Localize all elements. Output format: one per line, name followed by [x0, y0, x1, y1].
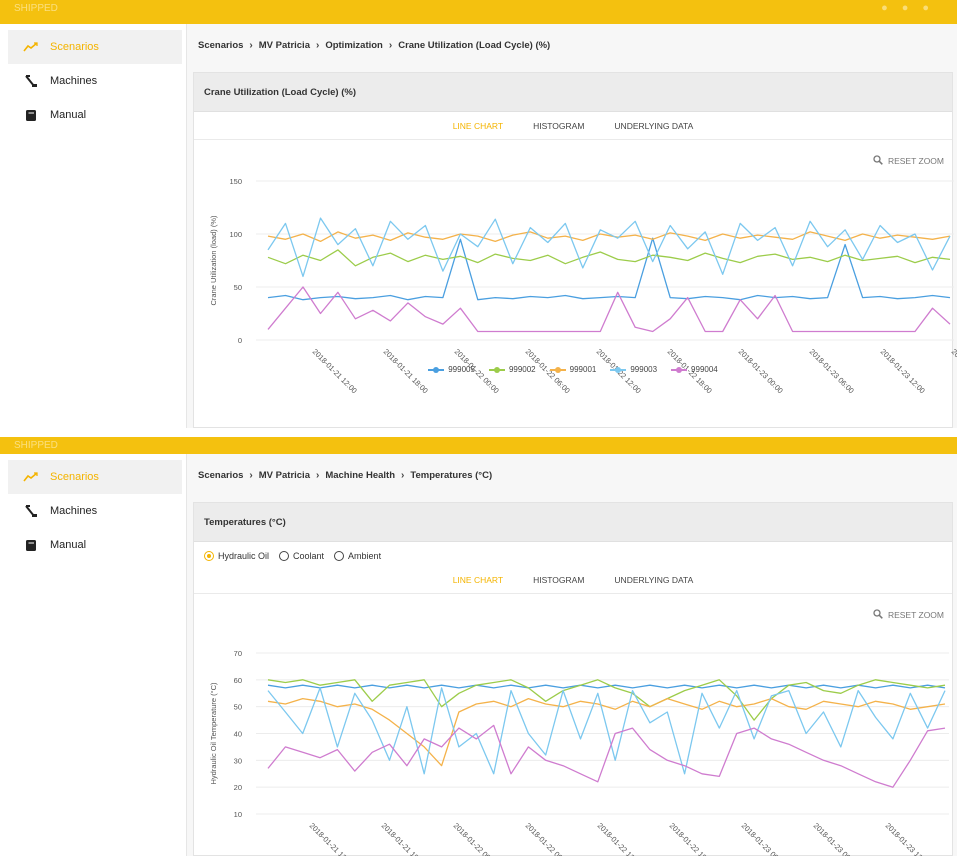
y-tick-label: 40: [234, 730, 242, 739]
legend-marker-icon: [428, 366, 445, 373]
chart-card: Temperatures (°C) Hydraulic Oil Coolant …: [193, 502, 957, 856]
app-brand: SHIPPED: [14, 440, 58, 451]
sidebar-item-scenarios[interactable]: Scenarios: [8, 460, 182, 494]
legend-label: 999002: [508, 365, 536, 374]
legend-label: 999001: [569, 365, 597, 374]
x-tick-label: 2018-01-21 18:00: [380, 821, 428, 856]
y-tick-label: 100: [229, 230, 242, 239]
screenshot-divider: [0, 428, 957, 437]
crane-icon: [22, 504, 40, 518]
y-axis-title: Crane Utilization (load) (%): [209, 215, 218, 306]
y-tick-label: 30: [234, 756, 242, 765]
x-tick-label: 2018-01-22 00:00: [452, 821, 500, 856]
main-content: Scenarios › MV Patricia › Optimization ›…: [187, 24, 957, 428]
sidebar-item-scenarios[interactable]: Scenarios: [8, 30, 182, 64]
y-tick-label: 150: [229, 177, 242, 186]
sidebar-item-label: Scenarios: [50, 471, 99, 483]
trend-line-icon: [22, 470, 40, 484]
book-icon: [22, 538, 40, 552]
app-brand: SHIPPED: [14, 3, 58, 14]
chevron-right-icon: ›: [315, 470, 320, 481]
series-line-999005[interactable]: [267, 237, 951, 301]
series-line-999004[interactable]: [267, 286, 951, 333]
sidebar-item-manual[interactable]: Manual: [0, 528, 186, 562]
y-tick-label: 10: [234, 810, 242, 819]
legend-label: 999004: [691, 365, 718, 374]
y-tick-label: 0: [238, 336, 242, 345]
breadcrumb-item: Temperatures (°C): [410, 470, 493, 481]
legend-marker-icon: [549, 366, 566, 373]
chevron-right-icon: ›: [249, 40, 253, 51]
chevron-right-icon: ›: [388, 40, 393, 51]
breadcrumb: Scenarios › MV Patricia › Optimization ›…: [198, 40, 550, 51]
legend-item[interactable]: 999005: [428, 365, 475, 374]
x-tick-label: 2018-01-23 12:00: [884, 821, 932, 856]
sidebar: Scenarios Machines Manual: [0, 24, 187, 428]
chart-card: Crane Utilization (Load Cycle) (%) LINE …: [193, 72, 957, 428]
x-tick-label: 2018-01-23 06:00: [812, 821, 860, 856]
breadcrumb-item[interactable]: Scenarios: [198, 470, 243, 481]
legend-item[interactable]: 999003: [610, 365, 657, 374]
chevron-right-icon: ›: [315, 40, 320, 51]
y-axis-title: Hydraulic Oil Temperature (°C): [209, 682, 218, 785]
temperatures-screen: SHIPPED Scenarios Machines Manual Scenar…: [0, 437, 957, 856]
y-tick-label: 60: [234, 676, 242, 685]
series-line-1[interactable]: [267, 684, 946, 689]
x-tick-label: 2018-01-22 12:00: [596, 821, 644, 856]
legend-marker-icon: [488, 366, 505, 373]
top-app-bar: SHIPPED: [0, 437, 957, 454]
y-tick-label: 50: [234, 703, 242, 712]
sidebar-item-label: Manual: [50, 109, 87, 121]
y-tick-label: 20: [234, 783, 242, 792]
crane-icon: [22, 74, 40, 88]
x-tick-label: 2018-01-21 12:00: [308, 821, 356, 856]
x-tick-label: 2018-01-22 18:00: [668, 821, 716, 856]
book-icon: [22, 108, 40, 122]
chevron-right-icon: ›: [249, 470, 253, 481]
trend-line-icon: [22, 40, 40, 54]
legend-item[interactable]: 999004: [671, 365, 718, 374]
x-tick-label: 2018-01-23 00:00: [740, 821, 788, 856]
hydraulic-oil-temperature-chart: 10 20 30 40 50 60 70 Hydraulic Oil Temperature …: [209, 649, 957, 856]
crane-utilization-chart: 050100150Crane Utilization (load) (%)201…: [209, 177, 957, 395]
crane-utilization-screen: SHIPPED ●●● Scenarios Machines Manual Sc…: [0, 0, 957, 428]
breadcrumb-item[interactable]: MV Patricia: [259, 40, 310, 51]
breadcrumb-item[interactable]: Machine Health: [325, 470, 395, 481]
main-content: Scenarios › MV Patricia › Machine Health…: [187, 454, 957, 856]
sidebar-item-label: Machines: [50, 75, 98, 87]
series-line-5[interactable]: [267, 724, 946, 788]
chart-legend: 999005 999002 999001 999003 999004: [194, 365, 952, 374]
breadcrumb: Scenarios › MV Patricia › Machine Health…: [198, 470, 492, 481]
sidebar-item-machines[interactable]: Machines: [0, 494, 186, 528]
legend-item[interactable]: 999002: [488, 365, 536, 374]
legend-label: 999005: [448, 365, 475, 374]
breadcrumb-item[interactable]: MV Patricia: [259, 470, 310, 481]
top-bar-icons[interactable]: ●●●: [881, 2, 943, 14]
series-line-999003[interactable]: [267, 217, 951, 278]
sidebar: Scenarios Machines Manual: [0, 454, 187, 856]
sidebar-item-manual[interactable]: Manual: [0, 98, 186, 132]
x-tick-label: 2018-01-22 06:00: [524, 821, 572, 856]
breadcrumb-item: Crane Utilization (Load Cycle) (%): [398, 40, 551, 51]
sidebar-item-label: Scenarios: [50, 41, 99, 53]
sidebar-item-machines[interactable]: Machines: [0, 64, 186, 98]
chevron-right-icon: ›: [401, 470, 405, 481]
breadcrumb-item[interactable]: Optimization: [325, 40, 383, 51]
top-app-bar: SHIPPED ●●●: [0, 0, 957, 24]
sidebar-item-label: Manual: [50, 539, 87, 551]
sidebar-item-label: Machines: [50, 505, 98, 517]
y-tick-label: 70: [234, 649, 242, 658]
series-line-4[interactable]: [267, 687, 946, 775]
legend-marker-icon: [671, 366, 688, 373]
legend-marker-icon: [610, 366, 627, 373]
legend-item[interactable]: 999001: [549, 365, 597, 374]
legend-label: 999003: [630, 365, 658, 374]
breadcrumb-item[interactable]: Scenarios: [198, 40, 243, 51]
y-tick-label: 50: [234, 283, 242, 292]
